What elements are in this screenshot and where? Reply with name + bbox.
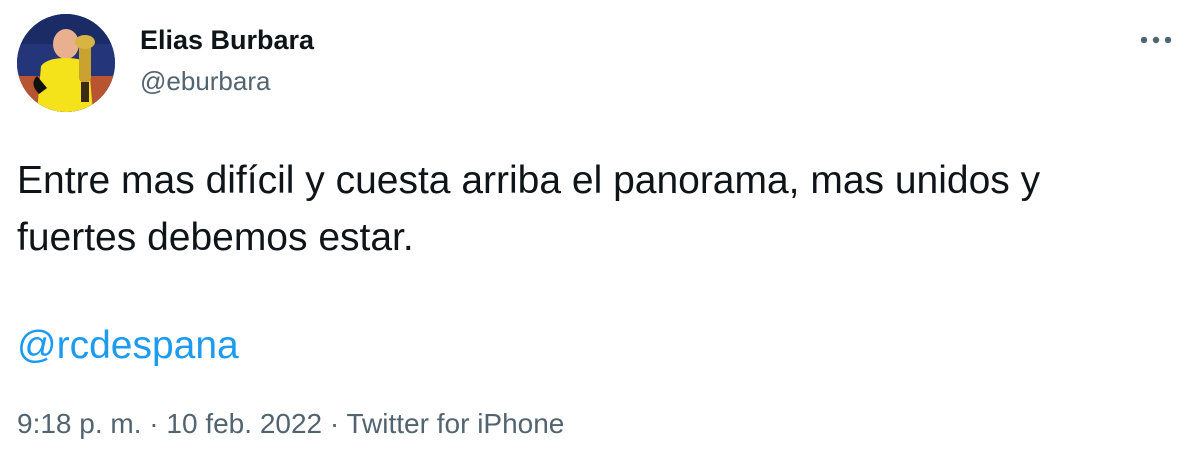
meta-separator: · bbox=[149, 408, 159, 439]
tweet-time[interactable]: 9:18 p. m. bbox=[17, 408, 142, 439]
author-display-name[interactable]: Elias Burbara bbox=[140, 25, 314, 56]
meta-separator: · bbox=[329, 408, 340, 439]
tweet-date[interactable]: 10 feb. 2022 bbox=[166, 408, 322, 439]
mention-link[interactable]: @rcdespana bbox=[17, 321, 239, 371]
tweet-text: Entre mas difícil y cuesta arriba el pan… bbox=[17, 159, 1041, 259]
tweet-card: Elias Burbara @eburbara Entre mas difíci… bbox=[0, 0, 1200, 459]
more-options-button[interactable] bbox=[1130, 22, 1182, 58]
author-handle[interactable]: @eburbara bbox=[140, 66, 270, 97]
avatar-photo bbox=[17, 14, 115, 112]
tweet-meta: 9:18 p. m. · 10 feb. 2022 · Twitter for … bbox=[17, 408, 564, 440]
avatar[interactable] bbox=[17, 14, 115, 112]
more-dots-icon bbox=[1140, 36, 1172, 44]
tweet-source[interactable]: Twitter for iPhone bbox=[347, 408, 565, 439]
